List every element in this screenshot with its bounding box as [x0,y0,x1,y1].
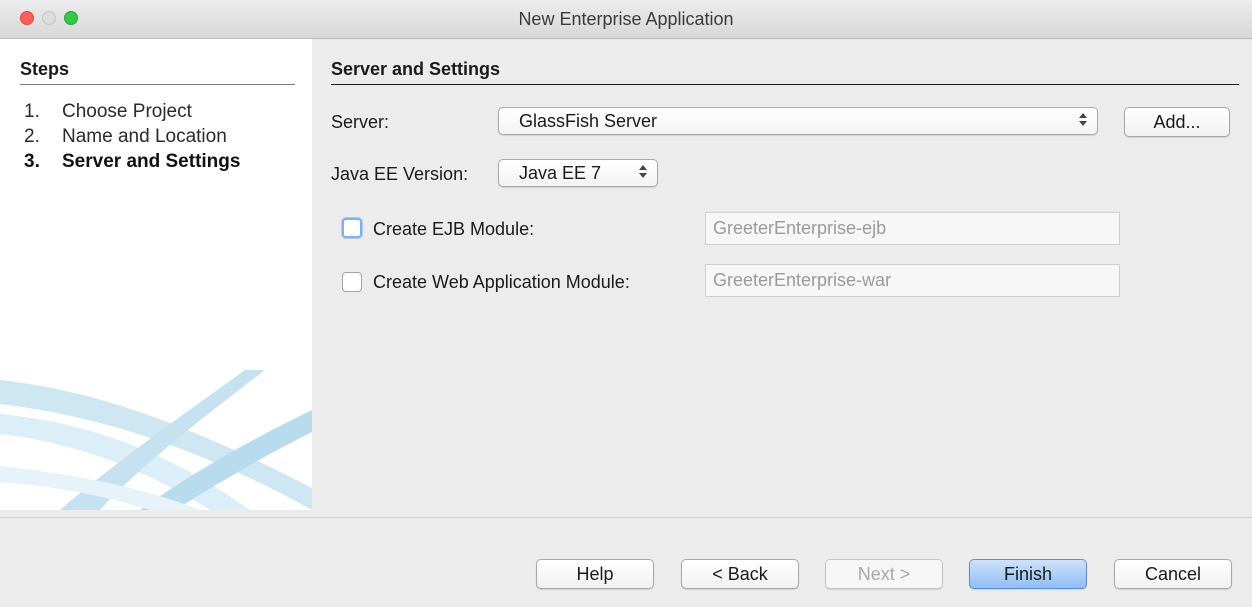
create-web-module-checkbox[interactable] [342,272,362,292]
next-button[interactable]: Next > [825,559,943,589]
step-item: 1. Choose Project [24,99,240,124]
javaee-version-select[interactable]: Java EE 7 [498,159,658,187]
help-button[interactable]: Help [536,559,654,589]
steps-panel: Steps 1. Choose Project 2. Name and Locati… [0,39,312,510]
server-select[interactable]: GlassFish Server [498,107,1098,135]
create-web-module-label[interactable]: Create Web Application Module: [373,272,630,293]
ejb-module-name-field[interactable]: GreeterEnterprise-ejb [705,212,1120,245]
step-number: 2. [24,126,40,147]
title-bar: New Enterprise Application [0,0,1252,39]
back-button[interactable]: < Back [681,559,799,589]
step-label: Choose Project [62,101,192,122]
web-module-name-field[interactable]: GreeterEnterprise-war [705,264,1120,297]
javaee-version-value: Java EE 7 [519,163,602,183]
add-server-button[interactable]: Add... [1124,107,1230,137]
create-ejb-label[interactable]: Create EJB Module: [373,219,534,240]
server-select-value: GlassFish Server [519,111,658,131]
steps-list: 1. Choose Project 2. Name and Location 3. S… [24,99,240,174]
updown-arrows-icon [1079,113,1087,126]
bottom-separator [0,517,1252,518]
wizard-swoosh-graphic [0,370,312,510]
create-ejb-checkbox[interactable] [342,218,362,238]
step-item-current: 3. Server and Settings [24,149,240,174]
finish-button[interactable]: Finish [969,559,1087,589]
panel-heading: Server and Settings [331,59,1239,85]
step-number: 3. [24,151,40,172]
step-label: Name and Location [62,126,227,147]
steps-heading: Steps [20,59,295,85]
updown-arrows-icon [639,165,647,178]
javaee-version-label: Java EE Version: [331,164,469,184]
cancel-button[interactable]: Cancel [1114,559,1232,589]
window-title: New Enterprise Application [518,9,734,29]
step-item: 2. Name and Location [24,124,240,149]
step-number: 1. [24,101,40,122]
step-label: Server and Settings [62,151,241,172]
server-label: Server: [331,112,390,132]
